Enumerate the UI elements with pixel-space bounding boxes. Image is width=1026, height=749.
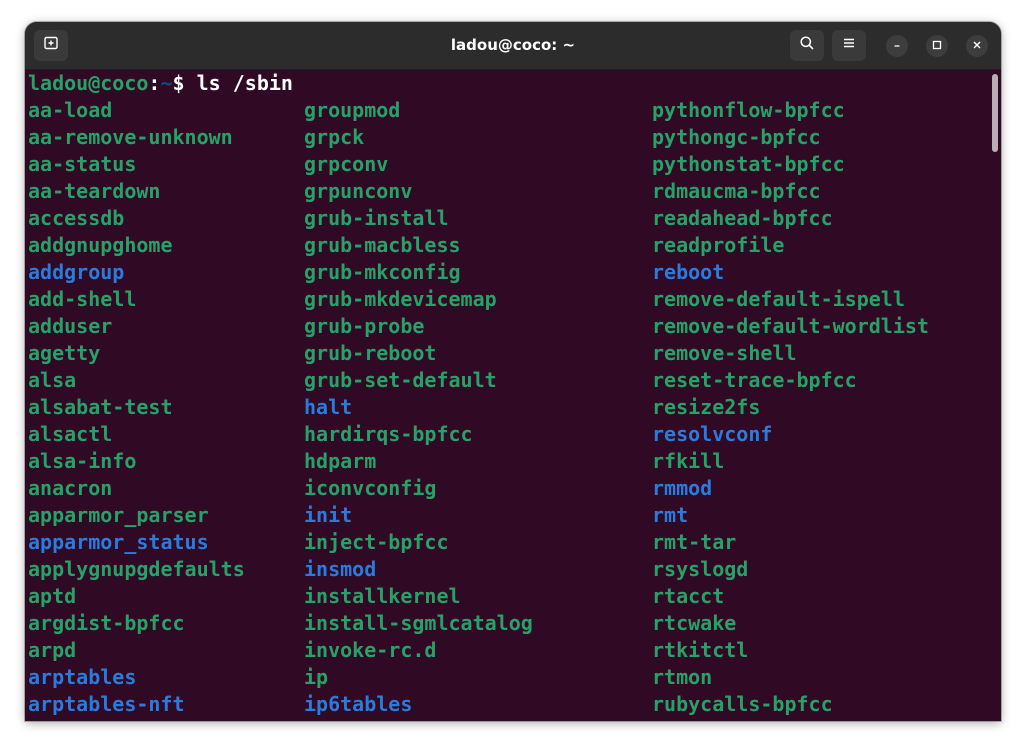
file-entry: alsa-info [28, 449, 137, 473]
file-entry: readprofile [652, 233, 785, 257]
file-entry: applygnupgdefaults [28, 557, 245, 581]
file-entry: aptd [28, 584, 77, 608]
file-entry: rmt-tar [652, 530, 737, 554]
file-entry: reset-trace-bpfcc [652, 368, 857, 392]
file-entry: remove-default-wordlist [652, 314, 929, 338]
file-entry: alsabat-test [28, 395, 173, 419]
file-entry: ip6tables [304, 692, 413, 716]
file-entry: alsa [28, 368, 77, 392]
close-button[interactable] [966, 35, 988, 57]
file-entry: rmmod [652, 476, 713, 500]
file-entry: invoke-rc.d [304, 638, 437, 662]
file-entry: pythonstat-bpfcc [652, 152, 845, 176]
prompt-path: ~ [160, 71, 173, 95]
file-entry: rtacct [652, 584, 725, 608]
file-entry: resolvconf [652, 422, 773, 446]
file-entry: hardirqs-bpfcc [304, 422, 473, 446]
file-entry: grub-mkconfig [304, 260, 461, 284]
file-entry: rdmaucma-bpfcc [652, 179, 821, 203]
file-entry: agetty [28, 341, 101, 365]
file-entry: installkernel [304, 584, 461, 608]
file-entry: aa-remove-unknown [28, 125, 233, 149]
file-entry: inject-bpfcc [304, 530, 449, 554]
hamburger-menu-icon [842, 36, 856, 55]
menu-button[interactable] [832, 30, 866, 61]
prompt-command: ls /sbin [196, 71, 293, 95]
file-entry: reboot [652, 260, 725, 284]
file-entry: rmt [652, 503, 689, 527]
prompt-user-host: ladou@coco [28, 71, 149, 95]
maximize-icon [932, 37, 942, 55]
file-entry: pythongc-bpfcc [652, 125, 821, 149]
maximize-button[interactable] [926, 35, 948, 57]
file-entry: remove-shell [652, 341, 797, 365]
file-entry: halt [304, 395, 353, 419]
file-entry: addgnupghome [28, 233, 173, 257]
file-entry: apparmor_parser [28, 503, 209, 527]
file-entry: aa-teardown [28, 179, 161, 203]
prompt-symbol: $ [172, 71, 197, 95]
file-entry: install-sgmlcatalog [304, 611, 533, 635]
file-entry: grub-install [304, 206, 449, 230]
file-entry: rsyslogd [652, 557, 749, 581]
file-entry: grub-mkdevicemap [304, 287, 497, 311]
file-entry: addgroup [28, 260, 125, 284]
listing-column-3: pythonflow-bpfcc pythongc-bpfcc pythonstat… [652, 97, 929, 718]
file-entry: remove-default-ispell [652, 287, 905, 311]
file-entry: iconvconfig [304, 476, 437, 500]
file-entry: grub-macbless [304, 233, 461, 257]
file-entry: readahead-bpfcc [652, 206, 833, 230]
file-entry: pythonflow-bpfcc [652, 98, 845, 122]
close-icon [972, 37, 982, 55]
file-entry: aa-status [28, 152, 137, 176]
file-entry: argdist-bpfcc [28, 611, 185, 635]
file-entry: aa-load [28, 98, 113, 122]
file-entry: grub-set-default [304, 368, 497, 392]
minimize-button[interactable] [886, 35, 908, 57]
file-entry: groupmod [304, 98, 401, 122]
search-button[interactable] [790, 30, 824, 61]
file-entry: add-shell [28, 287, 137, 311]
file-entry: rtcwake [652, 611, 737, 635]
new-tab-button[interactable] [34, 30, 68, 61]
file-entry: apparmor_status [28, 530, 209, 554]
minimize-icon [892, 37, 902, 55]
listing-column-2: groupmod grpck grpconv grpunconv grub-instal… [304, 97, 533, 718]
file-entry: anacron [28, 476, 113, 500]
listing-column-1: aa-load aa-remove-unknown aa-status aa-tear… [28, 97, 245, 718]
file-entry: grpconv [304, 152, 389, 176]
file-entry: resize2fs [652, 395, 761, 419]
file-entry: adduser [28, 314, 113, 338]
command-prompt: ladou@coco:~$ ls /sbin [28, 70, 293, 97]
file-entry: grub-reboot [304, 341, 437, 365]
terminal-output[interactable]: ladou@coco:~$ ls /sbin aa-load aa-remove-… [25, 70, 1001, 721]
file-entry: insmod [304, 557, 377, 581]
file-entry: arptables [28, 665, 137, 689]
file-entry: rtmon [652, 665, 713, 689]
file-entry: hdparm [304, 449, 377, 473]
file-entry: alsactl [28, 422, 113, 446]
file-entry: grub-probe [304, 314, 425, 338]
file-entry: grpck [304, 125, 365, 149]
scrollbar-thumb[interactable] [992, 74, 998, 152]
file-entry: rubycalls-bpfcc [652, 692, 833, 716]
file-entry: arptables-nft [28, 692, 185, 716]
file-entry: arpd [28, 638, 77, 662]
file-entry: accessdb [28, 206, 125, 230]
prompt-colon: : [148, 71, 161, 95]
new-tab-icon [43, 35, 59, 56]
file-entry: grpunconv [304, 179, 413, 203]
title-bar[interactable]: ladou@coco: ~ [25, 22, 1001, 70]
file-entry: ip [304, 665, 329, 689]
terminal-window: ladou@coco: ~ ladou@coco:~$ ls /sbin aa-… [25, 22, 1001, 721]
file-entry: rtkitctl [652, 638, 749, 662]
file-entry: init [304, 503, 353, 527]
search-icon [799, 35, 815, 56]
file-entry: rfkill [652, 449, 725, 473]
